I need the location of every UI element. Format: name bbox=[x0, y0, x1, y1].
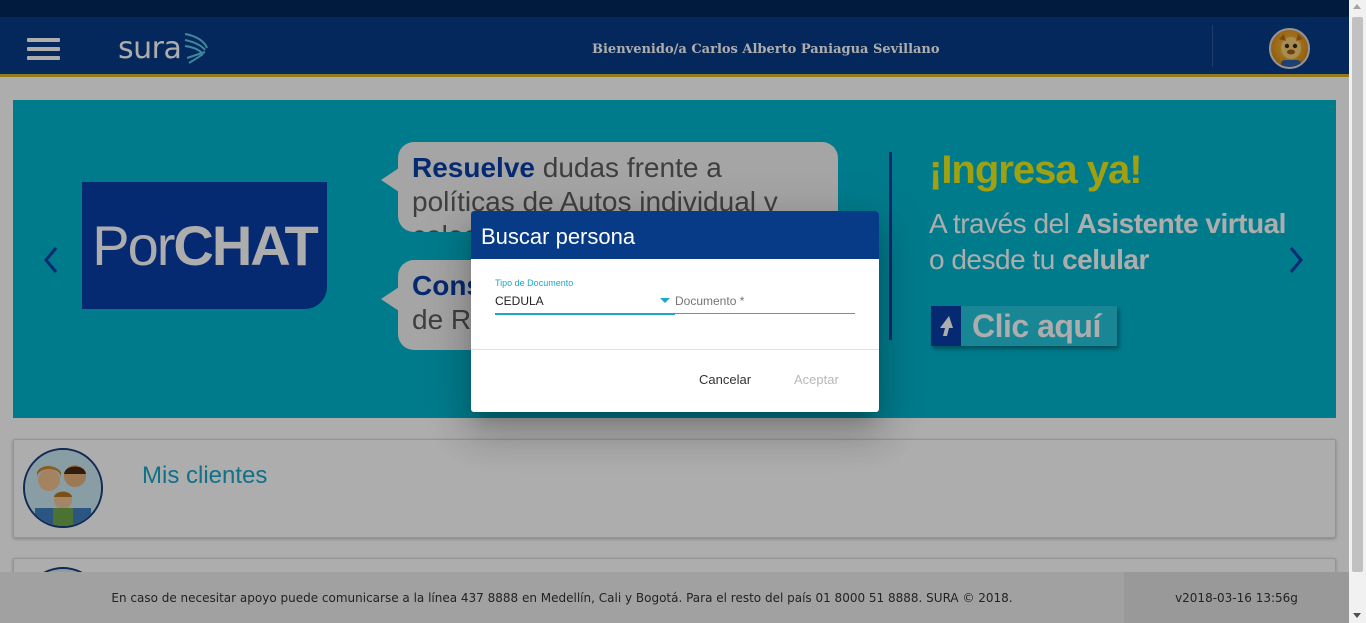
doc-type-underline bbox=[495, 313, 675, 315]
scroll-down-icon[interactable] bbox=[1353, 613, 1361, 618]
dropdown-caret-icon[interactable] bbox=[660, 298, 670, 303]
document-underline bbox=[675, 313, 855, 314]
cancel-button[interactable]: Cancelar bbox=[699, 372, 751, 387]
buscar-persona-dialog: Buscar persona Tipo de Documento CEDULA … bbox=[471, 211, 879, 412]
scroll-thumb[interactable] bbox=[1352, 17, 1363, 572]
accept-button[interactable]: Aceptar bbox=[794, 372, 839, 387]
doc-type-select[interactable]: CEDULA bbox=[495, 294, 675, 308]
dialog-actions: Cancelar Aceptar bbox=[471, 350, 879, 412]
dialog-body: Tipo de Documento CEDULA bbox=[471, 259, 879, 350]
doc-type-label: Tipo de Documento bbox=[495, 278, 574, 288]
document-number-input[interactable] bbox=[675, 290, 855, 312]
dialog-title: Buscar persona bbox=[471, 211, 879, 259]
page-scrollbar[interactable] bbox=[1349, 0, 1366, 623]
scroll-up-icon[interactable] bbox=[1353, 4, 1361, 9]
